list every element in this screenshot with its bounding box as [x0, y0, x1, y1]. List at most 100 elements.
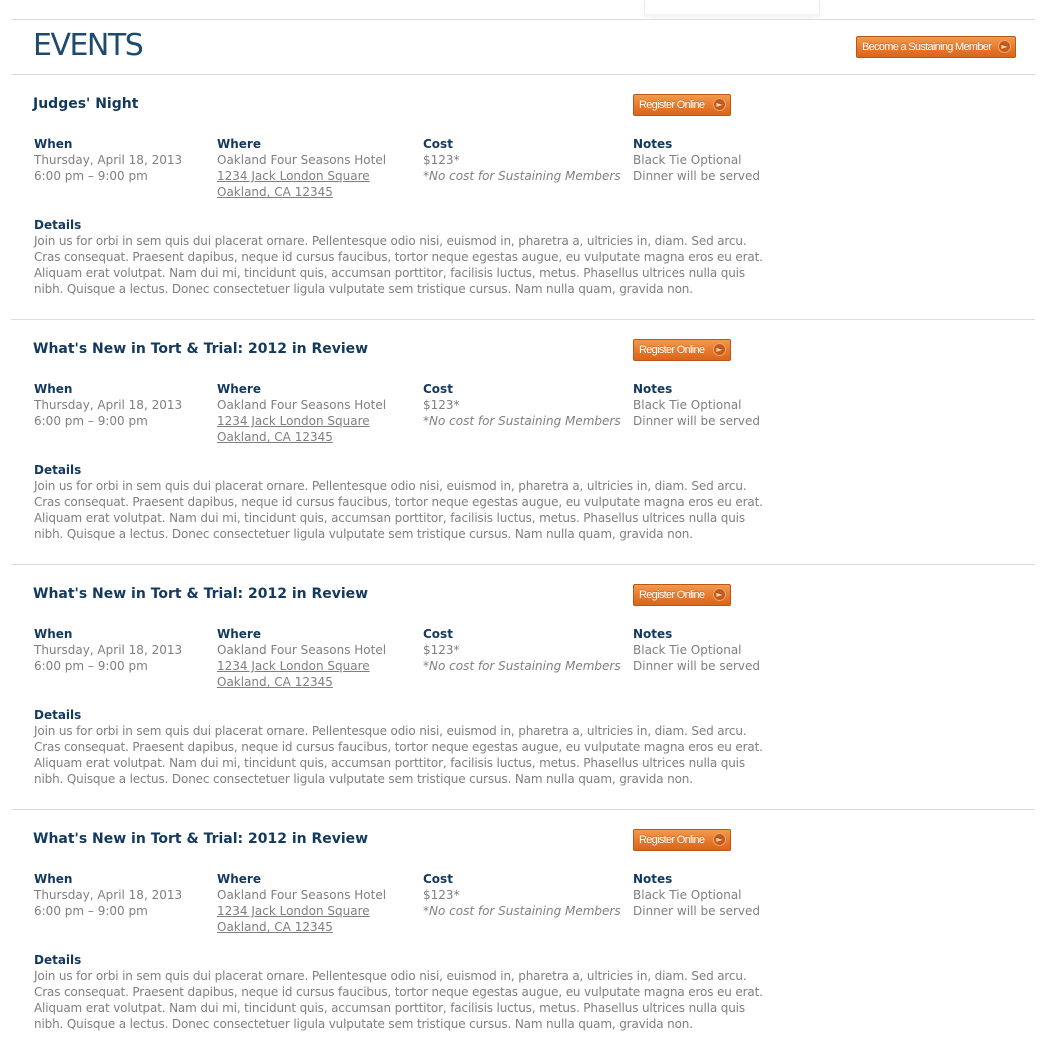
event-city-link[interactable]: Oakland, CA 12345	[217, 674, 386, 690]
event-details: Details Join us for orbi in sem quis dui…	[34, 952, 764, 1032]
event-price: $123*	[423, 153, 460, 167]
event-city-link[interactable]: Oakland, CA 12345	[217, 919, 386, 935]
event-item: What's New in Tort & Trial: 2012 in Revi…	[0, 810, 1044, 1055]
event-venue: Oakland Four Seasons Hotel	[217, 398, 387, 412]
event-city-link[interactable]: Oakland, CA 12345	[217, 429, 386, 445]
event-address-link[interactable]: 1234 Jack London Square	[217, 903, 386, 919]
register-online-button[interactable]: Register Online ►	[633, 584, 731, 606]
event-title: What's New in Tort & Trial: 2012 in Revi…	[33, 586, 369, 602]
event-notes: Notes Black Tie Optional Dinner will be …	[633, 381, 760, 429]
event-title: What's New in Tort & Trial: 2012 in Revi…	[33, 341, 369, 357]
event-time: 6:00 pm – 9:00 pm	[34, 659, 148, 673]
event-date: Thursday, April 18, 2013	[34, 888, 183, 902]
details-label: Details	[34, 463, 82, 477]
event-cost: Cost $123* *No cost for Sustaining Membe…	[423, 871, 621, 919]
cost-label: Cost	[423, 137, 453, 151]
event-address-link[interactable]: 1234 Jack London Square	[217, 658, 386, 674]
event-details: Details Join us for orbi in sem quis dui…	[34, 462, 764, 542]
event-details: Details Join us for orbi in sem quis dui…	[34, 217, 764, 297]
event-price: $123*	[423, 643, 460, 657]
event-note-line: Dinner will be served	[633, 904, 761, 918]
event-details-text: Join us for orbi in sem quis dui placera…	[34, 234, 763, 296]
arrow-right-circle-icon: ►	[713, 98, 726, 111]
when-label: When	[34, 382, 73, 396]
cost-label: Cost	[423, 872, 453, 886]
event-address-link[interactable]: 1234 Jack London Square	[217, 168, 386, 184]
event-where: Where Oakland Four Seasons Hotel 1234 Ja…	[217, 381, 386, 445]
event-item: What's New in Tort & Trial: 2012 in Revi…	[0, 320, 1044, 565]
notes-label: Notes	[633, 382, 673, 396]
notes-label: Notes	[633, 627, 673, 641]
event-cost-note: *No cost for Sustaining Members	[423, 904, 621, 918]
event-address-link[interactable]: 1234 Jack London Square	[217, 413, 386, 429]
page-title: EVENTS	[33, 28, 144, 63]
event-details-text: Join us for orbi in sem quis dui placera…	[34, 479, 763, 541]
register-button-label: Register Online	[639, 99, 705, 111]
register-online-button[interactable]: Register Online ►	[633, 94, 731, 116]
event-when: When Thursday, April 18, 2013 6:00 pm – …	[34, 136, 182, 184]
details-label: Details	[34, 218, 82, 232]
event-city-link[interactable]: Oakland, CA 12345	[217, 184, 386, 200]
event-details-text: Join us for orbi in sem quis dui placera…	[34, 724, 763, 786]
arrow-right-circle-icon: ►	[713, 343, 726, 356]
register-online-button[interactable]: Register Online ►	[633, 829, 731, 851]
arrow-right-circle-icon: ►	[713, 833, 726, 846]
event-cost-note: *No cost for Sustaining Members	[423, 169, 621, 183]
register-online-button[interactable]: Register Online ►	[633, 339, 731, 361]
event-cost: Cost $123* *No cost for Sustaining Membe…	[423, 136, 621, 184]
where-label: Where	[217, 627, 261, 641]
cost-label: Cost	[423, 627, 453, 641]
event-item: What's New in Tort & Trial: 2012 in Revi…	[0, 565, 1044, 810]
event-where: Where Oakland Four Seasons Hotel 1234 Ja…	[217, 626, 386, 690]
arrow-right-circle-icon: ►	[713, 588, 726, 601]
event-note-line: Black Tie Optional	[633, 643, 742, 657]
details-label: Details	[34, 953, 82, 967]
event-time: 6:00 pm – 9:00 pm	[34, 169, 148, 183]
register-button-label: Register Online	[639, 344, 705, 356]
event-time: 6:00 pm – 9:00 pm	[34, 414, 148, 428]
event-note-line: Black Tie Optional	[633, 888, 742, 902]
event-note-line: Black Tie Optional	[633, 153, 742, 167]
event-title: What's New in Tort & Trial: 2012 in Revi…	[33, 831, 369, 847]
when-label: When	[34, 872, 73, 886]
sustaining-button-label: Become a Sustaining Member	[862, 41, 992, 53]
details-label: Details	[34, 708, 82, 722]
event-title: Judges' Night	[33, 96, 139, 112]
where-label: Where	[217, 137, 261, 151]
event-date: Thursday, April 18, 2013	[34, 643, 183, 657]
event-venue: Oakland Four Seasons Hotel	[217, 643, 387, 657]
notes-label: Notes	[633, 137, 673, 151]
event-cost: Cost $123* *No cost for Sustaining Membe…	[423, 381, 621, 429]
event-cost-note: *No cost for Sustaining Members	[423, 659, 621, 673]
register-button-label: Register Online	[639, 589, 705, 601]
event-time: 6:00 pm – 9:00 pm	[34, 904, 148, 918]
event-note-line: Dinner will be served	[633, 659, 761, 673]
where-label: Where	[217, 872, 261, 886]
event-note-line: Dinner will be served	[633, 414, 761, 428]
event-price: $123*	[423, 398, 460, 412]
event-notes: Notes Black Tie Optional Dinner will be …	[633, 871, 760, 919]
event-venue: Oakland Four Seasons Hotel	[217, 153, 387, 167]
event-details-text: Join us for orbi in sem quis dui placera…	[34, 969, 763, 1031]
event-where: Where Oakland Four Seasons Hotel 1234 Ja…	[217, 871, 386, 935]
notes-label: Notes	[633, 872, 673, 886]
event-where: Where Oakland Four Seasons Hotel 1234 Ja…	[217, 136, 386, 200]
when-label: When	[34, 137, 73, 151]
event-note-line: Black Tie Optional	[633, 398, 742, 412]
event-cost: Cost $123* *No cost for Sustaining Membe…	[423, 626, 621, 674]
where-label: Where	[217, 382, 261, 396]
arrow-right-circle-icon: ►	[998, 40, 1011, 53]
event-date: Thursday, April 18, 2013	[34, 398, 183, 412]
when-label: When	[34, 627, 73, 641]
event-cost-note: *No cost for Sustaining Members	[423, 414, 621, 428]
event-note-line: Dinner will be served	[633, 169, 761, 183]
register-button-label: Register Online	[639, 834, 705, 846]
top-divider	[11, 19, 1035, 20]
event-when: When Thursday, April 18, 2013 6:00 pm – …	[34, 871, 182, 919]
become-sustaining-member-button[interactable]: Become a Sustaining Member ►	[856, 36, 1016, 58]
event-item: Judges' Night Register Online ► When Thu…	[0, 75, 1044, 320]
event-date: Thursday, April 18, 2013	[34, 153, 183, 167]
top-nav-tab	[644, 0, 820, 14]
event-details: Details Join us for orbi in sem quis dui…	[34, 707, 764, 787]
cost-label: Cost	[423, 382, 453, 396]
